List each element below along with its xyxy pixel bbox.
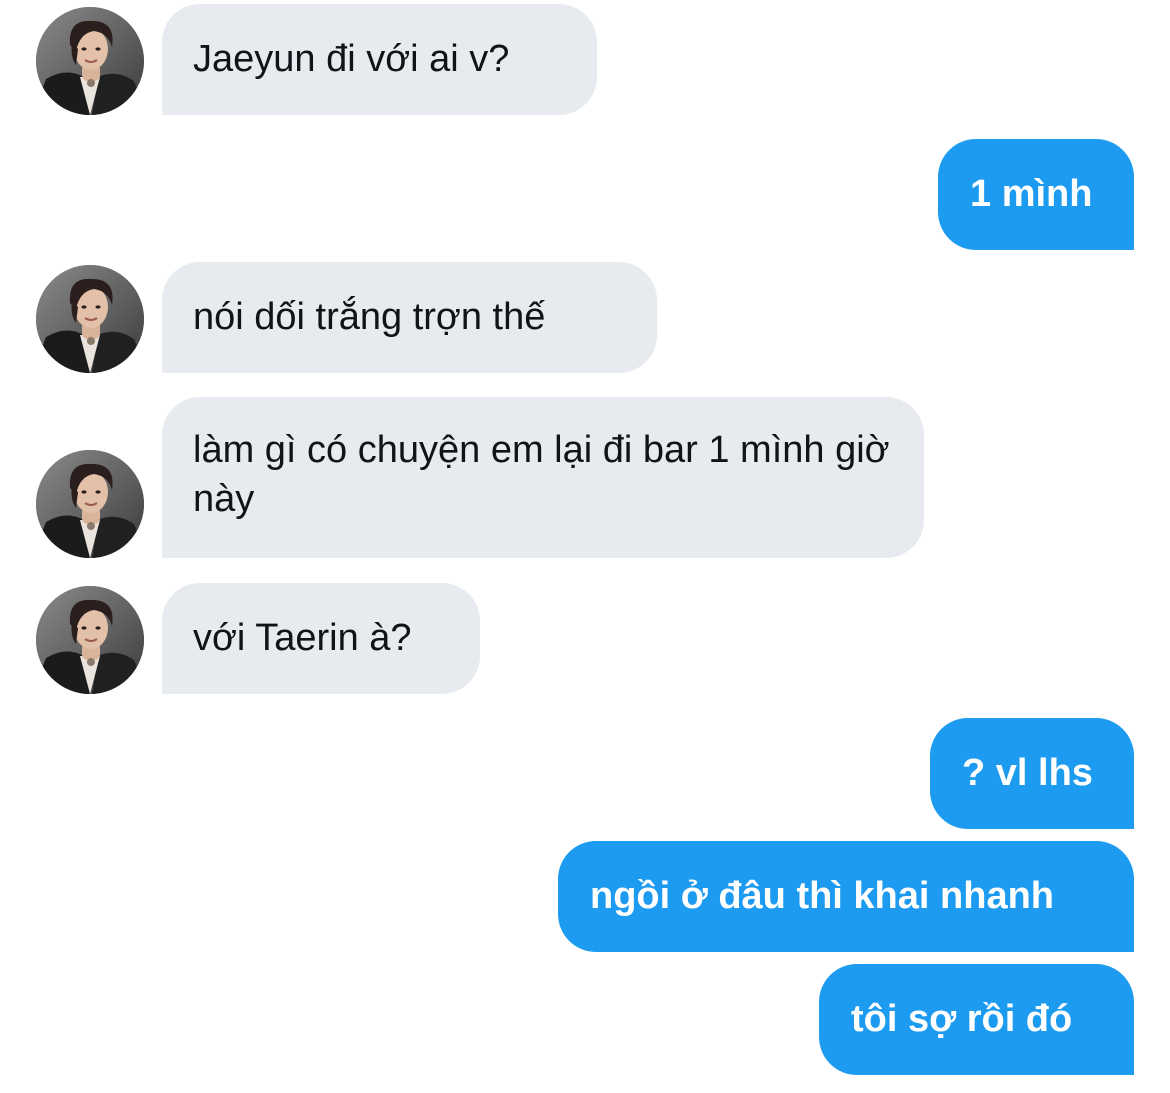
incoming-message-bubble[interactable]: Jaeyun đi với ai v? bbox=[162, 4, 597, 115]
contact-avatar[interactable] bbox=[36, 265, 144, 373]
contact-avatar[interactable] bbox=[36, 7, 144, 115]
outgoing-message-bubble[interactable]: tôi sợ rồi đó bbox=[819, 964, 1134, 1075]
contact-avatar[interactable] bbox=[36, 586, 144, 694]
incoming-message-bubble[interactable]: nói dối trắng trợn thế bbox=[162, 262, 657, 373]
outgoing-message-bubble[interactable]: ? vl lhs bbox=[930, 718, 1134, 829]
contact-avatar[interactable] bbox=[36, 450, 144, 558]
incoming-message-bubble[interactable]: làm gì có chuyện em lại đi bar 1 mình gi… bbox=[162, 397, 924, 558]
incoming-message-bubble[interactable]: với Taerin à? bbox=[162, 583, 480, 694]
outgoing-message-bubble[interactable]: 1 mình bbox=[938, 139, 1134, 250]
outgoing-message-bubble[interactable]: ngồi ở đâu thì khai nhanh bbox=[558, 841, 1134, 952]
